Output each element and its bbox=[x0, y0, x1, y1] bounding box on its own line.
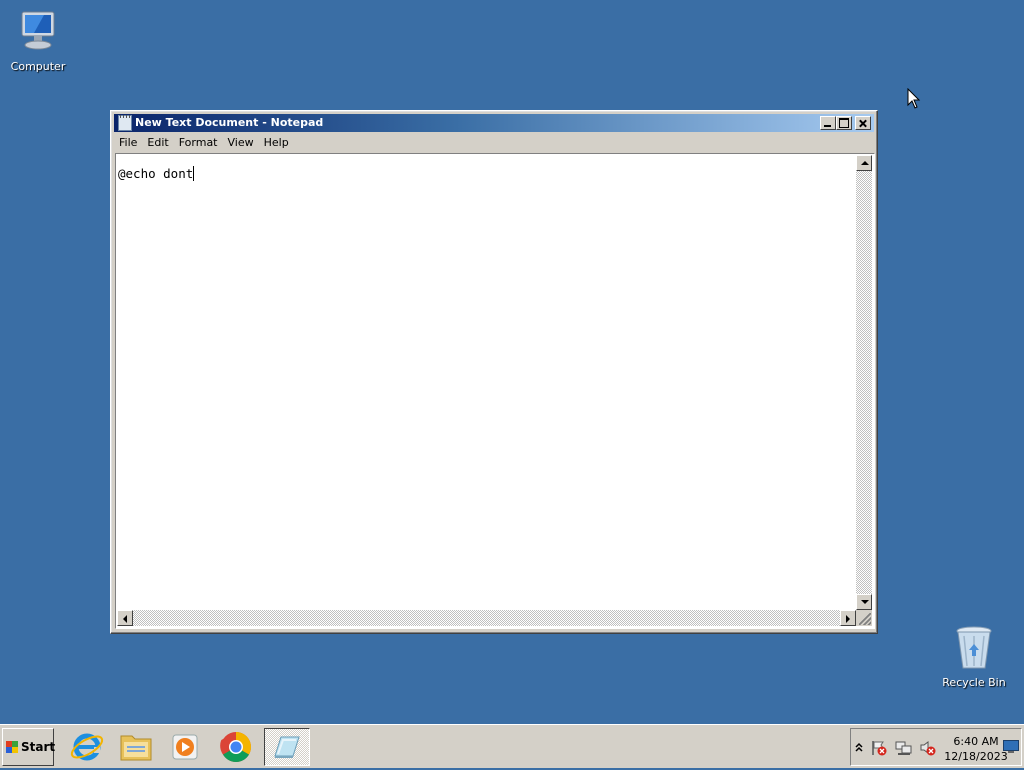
taskbar: Start 6:40 AM 12/18/2023 bbox=[0, 724, 1024, 768]
volume-muted-icon[interactable] bbox=[919, 739, 937, 757]
scroll-left-button[interactable] bbox=[117, 610, 133, 626]
windows-logo-icon bbox=[6, 741, 18, 753]
editor-content: @echo dont bbox=[118, 166, 194, 181]
show-desktop-icon[interactable] bbox=[1003, 740, 1019, 754]
desktop-icon-recycle-bin[interactable]: Recycle Bin bbox=[934, 624, 1014, 689]
minimize-button[interactable] bbox=[820, 116, 836, 130]
resize-grip[interactable] bbox=[856, 610, 872, 626]
media-player-icon bbox=[172, 734, 198, 760]
text-caret bbox=[193, 166, 195, 181]
taskbar-media-player[interactable] bbox=[162, 728, 208, 766]
desktop-icon-computer[interactable]: Computer bbox=[0, 8, 78, 73]
taskbar-file-explorer[interactable] bbox=[113, 728, 159, 766]
taskbar-chrome[interactable] bbox=[213, 728, 259, 766]
show-hidden-icons[interactable] bbox=[854, 741, 864, 753]
file-explorer-icon bbox=[120, 735, 152, 761]
text-editor-area[interactable]: @echo dont bbox=[115, 153, 875, 629]
menu-file[interactable]: File bbox=[114, 133, 142, 149]
notepad-app-icon bbox=[118, 115, 132, 131]
menu-edit[interactable]: Edit bbox=[142, 133, 173, 149]
start-button[interactable]: Start bbox=[2, 728, 56, 766]
computer-icon bbox=[14, 8, 62, 56]
title-bar[interactable]: New Text Document - Notepad bbox=[114, 114, 874, 132]
taskbar-internet-explorer[interactable] bbox=[64, 728, 110, 766]
system-tray: 6:40 AM 12/18/2023 bbox=[850, 728, 1022, 766]
internet-explorer-icon bbox=[70, 733, 104, 761]
editor-text-line: @echo dont bbox=[118, 166, 195, 181]
scroll-right-button[interactable] bbox=[840, 610, 856, 626]
scroll-up-button[interactable] bbox=[856, 155, 872, 171]
network-icon[interactable] bbox=[895, 739, 913, 757]
menu-help[interactable]: Help bbox=[259, 133, 294, 149]
mouse-cursor-icon bbox=[907, 87, 921, 114]
recycle-bin-icon bbox=[950, 624, 998, 672]
window-title: New Text Document - Notepad bbox=[135, 116, 324, 129]
clock-date[interactable]: 12/18/2023 bbox=[944, 750, 1008, 763]
notepad-window[interactable]: New Text Document - Notepad File Edit Form… bbox=[110, 110, 878, 634]
close-button[interactable] bbox=[855, 116, 871, 130]
action-center-flag-icon[interactable] bbox=[870, 739, 888, 757]
maximize-button[interactable] bbox=[836, 116, 852, 130]
desktop-icon-label: Computer bbox=[10, 60, 66, 73]
desktop-icon-label: Recycle Bin bbox=[942, 676, 1006, 689]
notepad-icon bbox=[274, 736, 300, 758]
scroll-down-button[interactable] bbox=[856, 594, 872, 610]
chrome-icon bbox=[220, 732, 252, 763]
horizontal-scrollbar[interactable] bbox=[117, 610, 856, 626]
start-label: Start bbox=[21, 740, 56, 754]
menu-format[interactable]: Format bbox=[174, 133, 223, 149]
clock-time[interactable]: 6:40 AM bbox=[946, 735, 1006, 748]
menu-view[interactable]: View bbox=[223, 133, 259, 149]
vertical-scrollbar[interactable] bbox=[856, 155, 872, 610]
menu-bar: File Edit Format View Help bbox=[114, 133, 874, 152]
taskbar-notepad[interactable] bbox=[264, 728, 310, 766]
